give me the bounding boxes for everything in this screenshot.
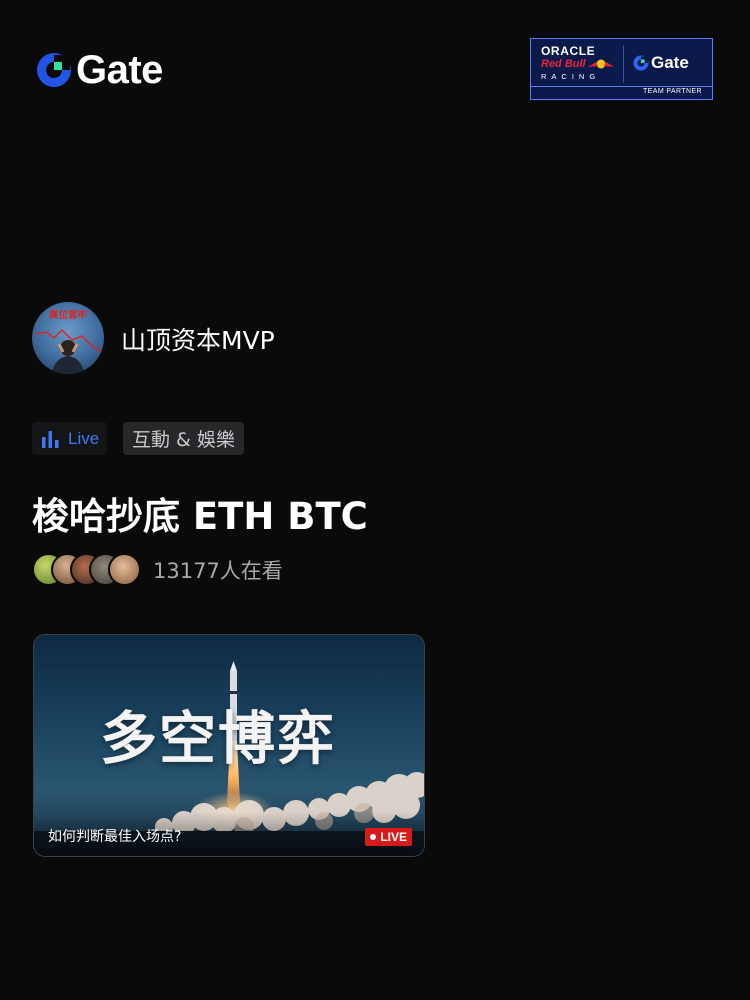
- host-avatar[interactable]: 高位套牢: [32, 302, 104, 374]
- racing-wordmark: RACING: [541, 72, 601, 81]
- team-partner-badge: ORACLE Red Bull RACING Gate TEAM PARTNER: [530, 38, 713, 100]
- viewer-avatar: [108, 553, 141, 586]
- partner-gate-logo: Gate: [633, 53, 689, 73]
- viewers-row: 13177人在看: [32, 553, 283, 586]
- partner-gate-text: Gate: [651, 53, 689, 72]
- live-dot-icon: [370, 834, 377, 840]
- stream-title[interactable]: 梭哈抄底 ETH BTC: [32, 486, 368, 540]
- gate-small-icon: [633, 55, 649, 71]
- team-partner-label: TEAM PARTNER: [643, 88, 702, 95]
- stream-preview-card[interactable]: 多空博弈 如何判断最佳入场点? LIVE: [33, 634, 425, 857]
- redbull-wordmark: Red Bull: [541, 58, 586, 70]
- avatar-figure: [35, 328, 103, 374]
- red-bull-icon: [588, 59, 614, 69]
- card-caption: 如何判断最佳入场点?: [48, 829, 182, 845]
- live-tag-label: Live: [68, 428, 100, 448]
- gate-logo[interactable]: Gate: [36, 50, 163, 90]
- host-name[interactable]: 山顶资本MVP: [121, 321, 275, 357]
- gate-logo-icon: [37, 53, 71, 87]
- live-badge-label: LIVE: [380, 830, 407, 844]
- live-badge: LIVE: [365, 828, 412, 846]
- oracle-wordmark: ORACLE: [541, 44, 596, 58]
- partner-divider: [623, 45, 624, 83]
- team-partner-band: TEAM PARTNER: [531, 86, 712, 99]
- live-bars-icon: [42, 430, 59, 448]
- viewer-count: 13177人在看: [153, 558, 283, 583]
- category-tag[interactable]: 互動 & 娛樂: [123, 422, 244, 455]
- card-headline: 多空博弈: [100, 706, 336, 772]
- gate-logo-text: Gate: [76, 48, 163, 92]
- live-tag: Live: [32, 422, 108, 455]
